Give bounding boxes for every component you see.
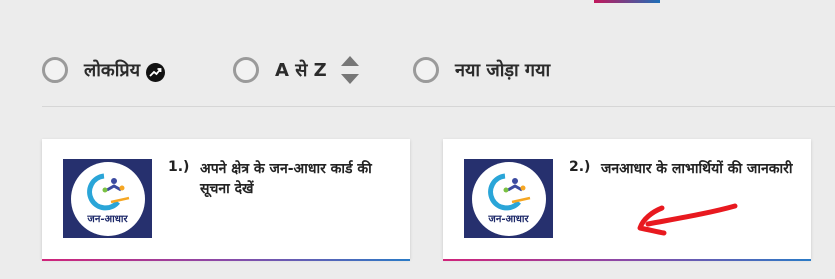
trending-icon: [146, 62, 166, 82]
sort-up-down-icon: [340, 56, 359, 84]
top-accent-bar: [594, 0, 660, 3]
sort-option-newly-added[interactable]: नया जोड़ा गया: [413, 38, 550, 102]
logo-text: जन-आधार: [87, 213, 128, 225]
card-thumbnail: जन-आधार: [464, 159, 553, 238]
card-item-2[interactable]: जन-आधार 2.) जनआधार के लाभार्थियों की जान…: [443, 139, 811, 261]
jan-aadhaar-logo: जन-आधार: [70, 161, 145, 236]
jan-aadhaar-logo: जन-आधार: [471, 161, 546, 236]
divider: [42, 106, 835, 107]
card-title[interactable]: जनआधार के लाभार्थियों की जानकारी: [601, 159, 801, 179]
card-thumbnail: जन-आधार: [63, 159, 152, 238]
logo-text: जन-आधार: [488, 213, 529, 225]
sort-label-popular: लोकप्रिय: [84, 60, 141, 81]
radio-button[interactable]: [42, 57, 68, 83]
caret-up-icon: [340, 56, 359, 66]
sort-option-popular[interactable]: लोकप्रिय: [42, 38, 166, 102]
radio-button[interactable]: [233, 57, 259, 83]
card-accent-line: [42, 259, 410, 261]
sort-label-a-to-z: A से Z: [275, 60, 327, 81]
radio-button[interactable]: [413, 57, 439, 83]
card-number: 1.): [168, 159, 190, 175]
sort-option-a-to-z[interactable]: A से Z: [233, 38, 359, 102]
sort-label-newly-added: नया जोड़ा गया: [455, 60, 551, 81]
card-number: 2.): [569, 159, 591, 175]
card-accent-line: [443, 259, 811, 261]
card-item-1[interactable]: जन-आधार 1.) अपने क्षेत्र के जन-आधार कार्…: [42, 139, 410, 261]
caret-down-icon: [340, 74, 359, 84]
sort-options-bar: लोकप्रिय A से Z नया जोड़ा गया: [0, 38, 835, 102]
card-title[interactable]: अपने क्षेत्र के जन-आधार कार्ड की सूचना द…: [200, 159, 400, 199]
